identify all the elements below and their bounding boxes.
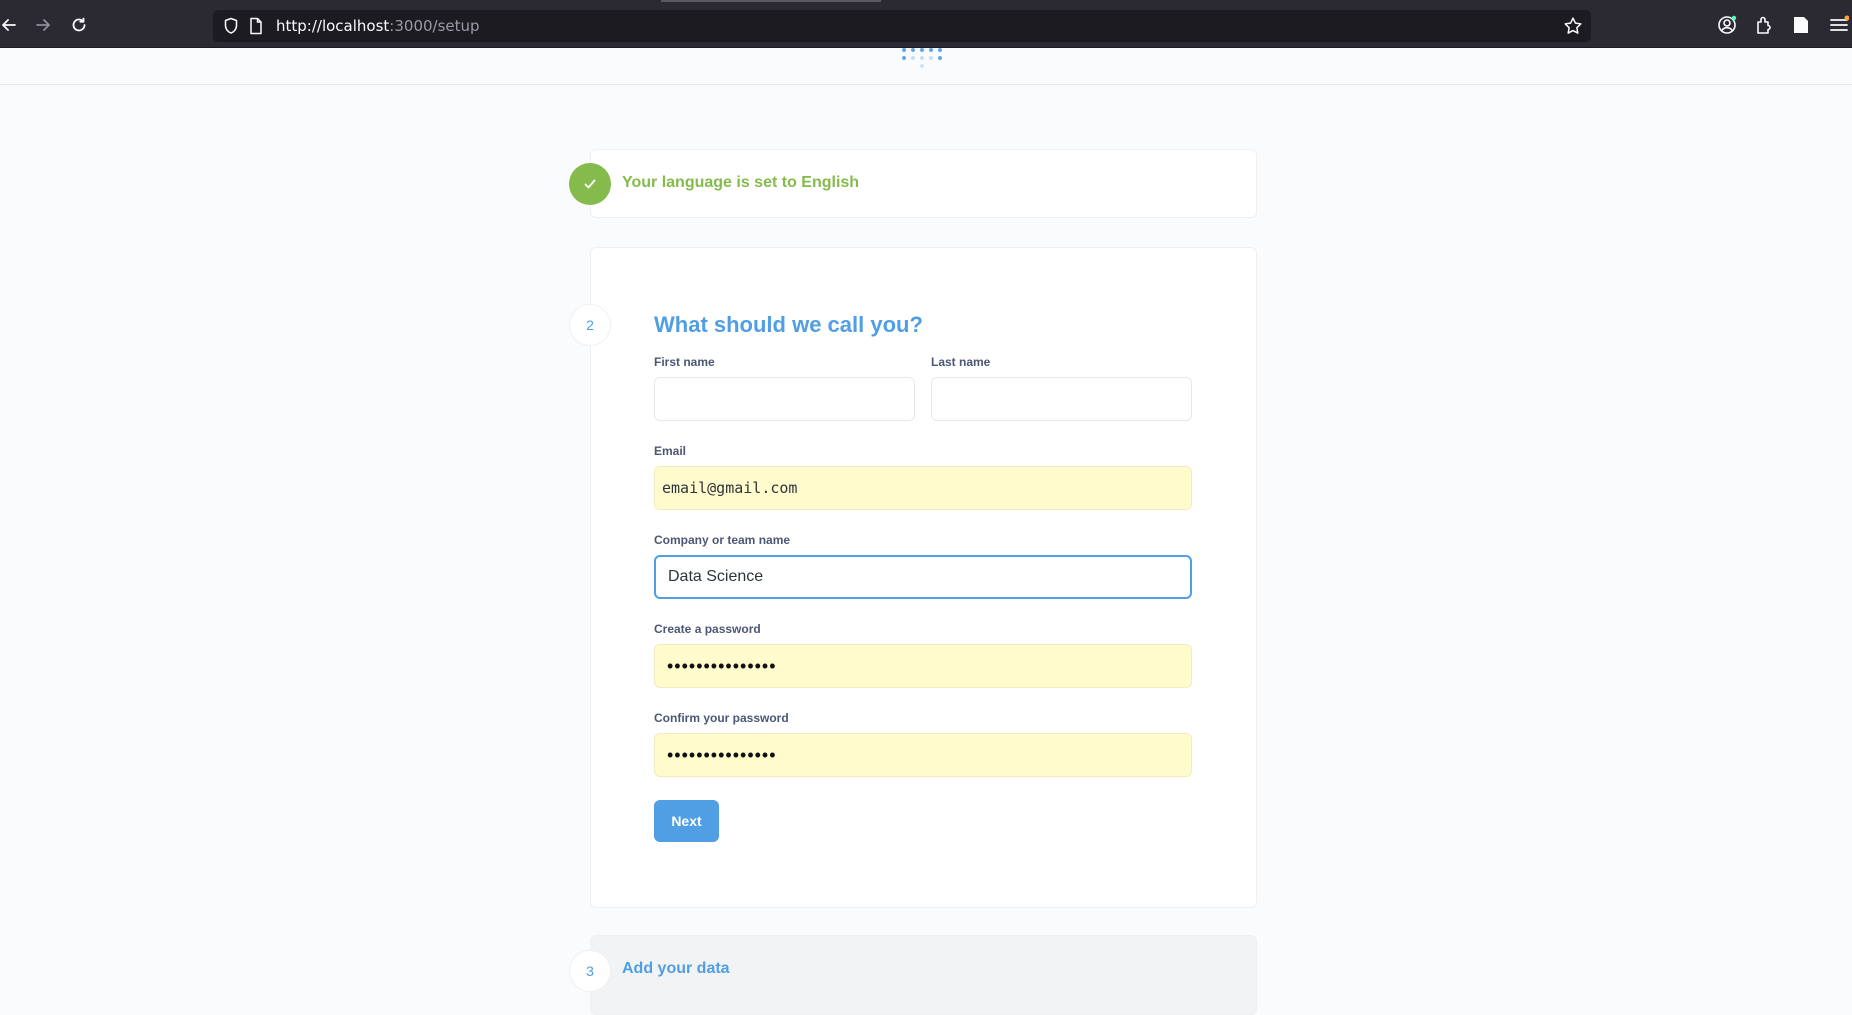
menu-icon[interactable] — [1828, 14, 1850, 36]
reload-icon — [72, 17, 86, 32]
back-button[interactable] — [0, 12, 22, 38]
arrow-right-icon — [36, 19, 50, 31]
password-input[interactable] — [654, 644, 1192, 688]
active-tab-indicator — [661, 0, 881, 2]
step-number-badge: 3 — [569, 950, 611, 992]
last-name-input[interactable] — [931, 377, 1192, 421]
shield-icon[interactable] — [223, 17, 239, 40]
url-text[interactable]: http://localhost:3000/setup — [276, 17, 480, 35]
step-complete-badge — [569, 163, 611, 205]
reload-button[interactable] — [66, 12, 92, 38]
address-bar[interactable]: http://localhost:3000/setup — [213, 10, 1591, 42]
password-label: Create a password — [654, 622, 761, 636]
email-input[interactable] — [654, 466, 1192, 510]
last-name-label: Last name — [931, 355, 991, 369]
first-name-input[interactable] — [654, 377, 915, 421]
metabase-logo-icon[interactable] — [900, 48, 944, 70]
company-input[interactable] — [654, 555, 1192, 599]
step-data-title: Add your data — [622, 960, 730, 977]
reader-icon[interactable] — [1790, 14, 1812, 36]
forward-button[interactable] — [30, 12, 56, 38]
url-path: :3000/setup — [389, 17, 480, 35]
confirm-password-label: Confirm your password — [654, 711, 789, 725]
page-icon[interactable] — [249, 17, 263, 40]
arrow-left-icon — [2, 19, 16, 31]
next-button[interactable]: Next — [654, 800, 719, 842]
confirm-password-input[interactable] — [654, 733, 1192, 777]
language-status-text[interactable]: Your language is set to English — [622, 174, 859, 192]
first-name-label: First name — [654, 355, 715, 369]
email-label: Email — [654, 444, 687, 458]
checkmark-icon — [584, 179, 596, 189]
step-heading: What should we call you? — [654, 312, 923, 337]
company-label: Company or team name — [654, 533, 791, 547]
browser-toolbar: http://localhost:3000/setup — [0, 0, 1852, 48]
account-icon[interactable] — [1716, 14, 1738, 36]
step-number-badge: 2 — [569, 304, 611, 346]
bookmark-star-icon[interactable] — [1563, 16, 1583, 41]
url-host: http://localhost — [276, 17, 390, 35]
app-header — [0, 48, 1852, 85]
extensions-icon[interactable] — [1753, 14, 1775, 36]
